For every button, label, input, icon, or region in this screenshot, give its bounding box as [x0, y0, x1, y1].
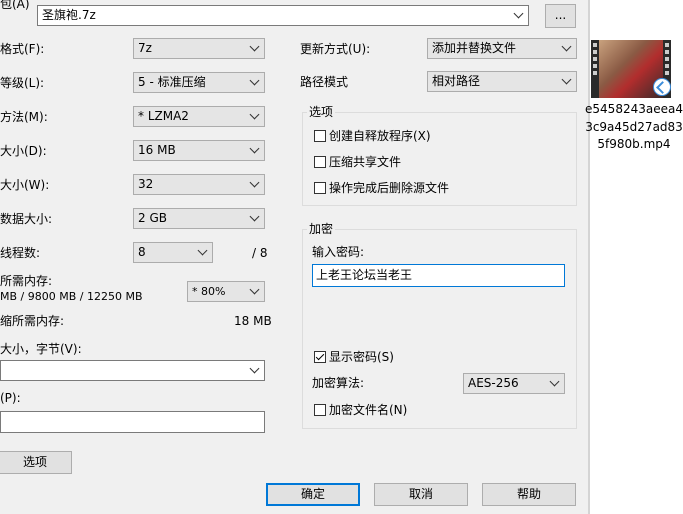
- password-label: 输入密码:: [312, 245, 365, 259]
- mem-percent-value: * 80%: [192, 285, 226, 298]
- password-input[interactable]: 上老王论坛当老王: [312, 264, 565, 287]
- archive-label: 包(A): [0, 0, 30, 11]
- mem-compress-value: MB / 9800 MB / 12250 MB: [0, 290, 143, 303]
- dict-combo[interactable]: 16 MB: [133, 140, 265, 161]
- level-value: 5 - 标准压缩: [138, 75, 206, 89]
- shortcut-arrow-icon: [653, 78, 671, 96]
- archive-path-value: 圣旗袍.7z: [42, 8, 96, 22]
- options-button[interactable]: 选项: [0, 451, 72, 474]
- format-value: 7z: [138, 41, 152, 55]
- mem-percent-combo[interactable]: * 80%: [187, 281, 265, 302]
- threads-max: / 8: [252, 246, 268, 260]
- chevron-down-icon: [249, 75, 260, 86]
- update-mode-value: 添加并替换文件: [432, 41, 517, 55]
- split-label: 大小，字节(V):: [0, 342, 82, 356]
- chevron-down-icon: [249, 41, 260, 52]
- cancel-button[interactable]: 取消: [374, 483, 468, 506]
- level-combo[interactable]: 5 - 标准压缩: [133, 72, 265, 93]
- update-mode-combo[interactable]: 添加并替换文件: [427, 38, 577, 59]
- chevron-down-icon: [561, 41, 572, 52]
- chevron-down-icon: [513, 8, 524, 19]
- delete-after-label: 操作完成后删除源文件: [329, 181, 450, 195]
- encrypt-names-checkbox[interactable]: [314, 404, 326, 416]
- path-mode-label: 路径模式: [300, 75, 349, 89]
- mem-decompress-value: 18 MB: [234, 314, 272, 328]
- chevron-down-icon: [249, 284, 260, 295]
- split-combo[interactable]: [0, 360, 265, 381]
- chevron-down-icon: [197, 245, 208, 256]
- dialog-border: [588, 0, 590, 514]
- chevron-down-icon: [249, 363, 260, 374]
- ok-button[interactable]: 确定: [266, 483, 360, 506]
- threads-value: 8: [138, 245, 146, 259]
- dict-label: 大小(D):: [0, 144, 47, 158]
- archive-path-combo[interactable]: 圣旗袍.7z: [37, 5, 529, 26]
- show-password-checkbox[interactable]: [314, 351, 326, 363]
- options-group-title: 选项: [307, 105, 336, 119]
- compress-dialog: 包(A) 圣旗袍.7z ... 格式(F): 7z 等级(L): 5 - 标准压…: [0, 0, 588, 514]
- file-name-line-3[interactable]: 5f980b.mp4: [585, 136, 683, 152]
- file-name-line-2[interactable]: 3c9a45d27ad83: [585, 119, 683, 135]
- chevron-down-icon: [549, 376, 560, 387]
- dict-value: 16 MB: [138, 143, 176, 157]
- delete-after-checkbox[interactable]: [314, 182, 326, 194]
- method-combo[interactable]: * LZMA2: [133, 106, 265, 127]
- chevron-down-icon: [249, 109, 260, 120]
- solid-label: 数据大小:: [0, 212, 53, 226]
- method-label: 方法(M):: [0, 110, 48, 124]
- encrypt-names-label: 加密文件名(N): [329, 403, 408, 417]
- path-mode-value: 相对路径: [432, 74, 481, 88]
- chevron-down-icon: [249, 211, 260, 222]
- level-label: 等级(L):: [0, 76, 45, 90]
- video-file-icon[interactable]: [591, 40, 671, 98]
- word-combo[interactable]: 32: [133, 174, 265, 195]
- password-value: 上老王论坛当老王: [316, 268, 413, 282]
- encryption-group-title: 加密: [307, 222, 336, 236]
- word-label: 大小(W):: [0, 178, 50, 192]
- mem-decompress-label: 缩所需内存:: [0, 314, 65, 328]
- mem-compress-label: 所需内存:: [0, 274, 53, 288]
- file-name-line-1[interactable]: e5458243aeea4: [585, 101, 683, 117]
- format-label: 格式(F):: [0, 42, 45, 56]
- update-mode-label: 更新方式(U):: [300, 42, 371, 56]
- path-mode-combo[interactable]: 相对路径: [427, 71, 577, 92]
- shared-files-checkbox[interactable]: [314, 156, 326, 168]
- chevron-down-icon: [249, 143, 260, 154]
- word-value: 32: [138, 177, 154, 191]
- show-password-label: 显示密码(S): [329, 350, 394, 364]
- sfx-checkbox[interactable]: [314, 130, 326, 142]
- solid-value: 2 GB: [138, 211, 167, 225]
- encryption-method-value: AES-256: [468, 376, 519, 390]
- film-strip-left: [591, 40, 599, 98]
- shared-files-label: 压缩共享文件: [329, 155, 402, 169]
- browse-button[interactable]: ...: [545, 4, 576, 28]
- solid-combo[interactable]: 2 GB: [133, 208, 265, 229]
- help-button[interactable]: 帮助: [482, 483, 576, 506]
- chevron-down-icon: [249, 177, 260, 188]
- chevron-down-icon: [561, 74, 572, 85]
- threads-label: 线程数:: [0, 246, 41, 260]
- params-input[interactable]: [0, 411, 265, 433]
- encryption-group: [302, 229, 577, 429]
- method-value: * LZMA2: [138, 109, 189, 123]
- params-label: (P):: [0, 391, 21, 405]
- encryption-method-label: 加密算法:: [312, 376, 365, 390]
- format-combo[interactable]: 7z: [133, 38, 265, 59]
- encryption-method-combo[interactable]: AES-256: [463, 373, 565, 394]
- threads-combo[interactable]: 8: [133, 242, 213, 263]
- sfx-label: 创建自释放程序(X): [329, 129, 431, 143]
